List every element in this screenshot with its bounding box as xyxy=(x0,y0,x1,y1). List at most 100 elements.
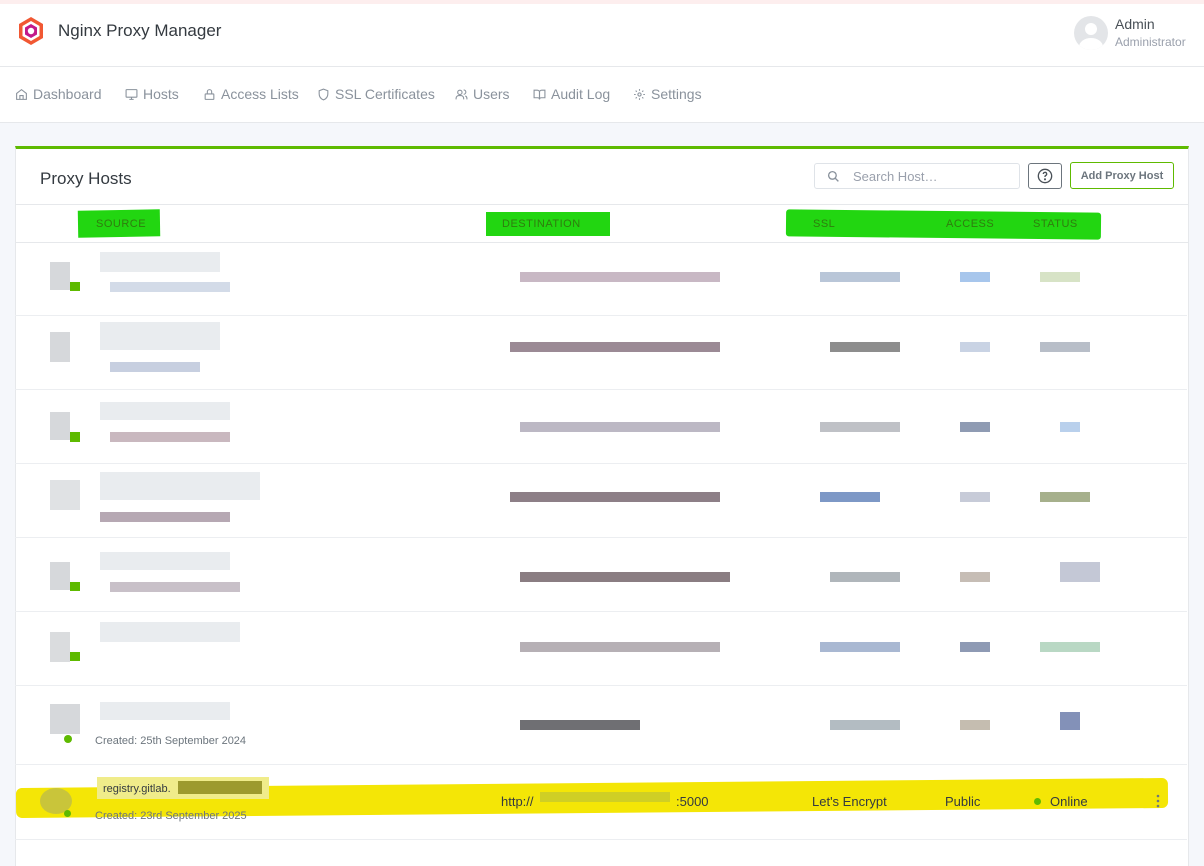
nav-settings-label: Settings xyxy=(651,86,702,102)
help-button[interactable] xyxy=(1028,163,1062,189)
destination-prefix: http:// xyxy=(501,794,534,809)
pixelated-destination-host xyxy=(540,792,670,802)
nav-users-label: Users xyxy=(473,86,510,102)
table-row-redacted-6[interactable] xyxy=(15,612,1187,686)
search-input[interactable] xyxy=(853,167,1013,185)
pixelated-status xyxy=(1040,272,1080,282)
status-dot-block xyxy=(70,282,80,291)
nav-audit-log-label: Audit Log xyxy=(551,86,611,102)
table-row-redacted-5[interactable] xyxy=(15,538,1187,612)
pixelated-source-sub xyxy=(110,582,240,592)
header-status[interactable]: STATUS xyxy=(1033,218,1078,230)
pixelated-access xyxy=(960,572,990,582)
pixelated-access xyxy=(960,642,990,652)
pixelated-access xyxy=(960,342,990,352)
pixelated-ssl xyxy=(830,720,900,730)
table-header: SOURCE DESTINATION SSL ACCESS STATUS xyxy=(16,204,1188,243)
nav-dashboard-label: Dashboard xyxy=(33,86,102,102)
header-access[interactable]: ACCESS xyxy=(946,218,994,230)
pixelated-destination xyxy=(520,572,730,582)
nav-settings[interactable]: Settings xyxy=(633,86,702,102)
row-menu-icon[interactable] xyxy=(1154,793,1162,809)
status-dot xyxy=(64,810,71,817)
nav-access-lists-label: Access Lists xyxy=(221,86,299,102)
app-header: Nginx Proxy Manager Admin Administrator xyxy=(0,4,1204,67)
table-row-redacted-1[interactable] xyxy=(15,242,1187,316)
ssl-value: Let's Encrypt xyxy=(812,794,887,809)
nav-hosts[interactable]: Hosts xyxy=(125,86,179,102)
nav-users[interactable]: Users xyxy=(455,86,510,102)
created-date: Created: 25th September 2024 xyxy=(95,735,247,747)
pixelated-source-sub xyxy=(110,362,200,372)
users-icon xyxy=(455,88,468,99)
home-icon xyxy=(16,88,27,100)
pixelated-source xyxy=(100,622,240,642)
pixelated-access xyxy=(960,422,990,432)
header-ssl[interactable]: SSL xyxy=(813,218,835,230)
nav-dashboard[interactable]: Dashboard xyxy=(15,86,102,102)
table-row-redacted-2[interactable] xyxy=(15,316,1187,390)
online-dot xyxy=(1034,798,1041,805)
pixelated-source-sub xyxy=(100,512,230,522)
main-nav: Dashboard Hosts Access Lists SSL Certifi… xyxy=(0,67,1204,123)
pixelated-access xyxy=(960,272,990,282)
pixelated-status xyxy=(1060,422,1080,432)
pixelated-source xyxy=(100,322,220,350)
header-source[interactable]: SOURCE xyxy=(96,218,146,230)
card-title: Proxy Hosts xyxy=(40,169,132,188)
status-dot-block xyxy=(70,582,80,591)
nginx-proxy-manager-logo[interactable] xyxy=(16,16,46,46)
lock-icon xyxy=(204,88,215,100)
destination-port: :5000 xyxy=(676,794,709,809)
user-name[interactable]: Admin xyxy=(1115,16,1155,32)
search-box[interactable] xyxy=(814,163,1020,189)
add-proxy-host-button[interactable]: Add Proxy Host xyxy=(1070,162,1174,189)
pixelated-source xyxy=(100,552,230,570)
source-domain[interactable]: registry.gitlab. xyxy=(103,783,171,795)
search-icon xyxy=(827,170,839,182)
pixelated-source xyxy=(100,402,230,420)
pixelated-status xyxy=(1060,562,1100,582)
pixelated-source-sub xyxy=(110,282,230,292)
status-dot-block xyxy=(70,652,80,661)
nav-ssl-certificates[interactable]: SSL Certificates xyxy=(317,86,435,102)
pixelated-destination xyxy=(520,720,640,730)
pixelated-source xyxy=(100,252,220,272)
user-role: Administrator xyxy=(1115,35,1186,49)
pixelated-status xyxy=(1040,492,1090,502)
table-row-redacted-3[interactable] xyxy=(15,390,1187,464)
pixelated-source xyxy=(100,702,230,720)
table-row-redacted-4[interactable] xyxy=(15,464,1187,538)
gear-icon xyxy=(634,88,645,100)
pixelated-ssl xyxy=(830,342,900,352)
pixelated-destination xyxy=(520,422,720,432)
pixelated-ssl xyxy=(830,572,900,582)
shield-icon xyxy=(318,88,329,101)
pixelated-ssl xyxy=(820,492,880,502)
pixelated-domain-suffix xyxy=(178,781,262,794)
pixelated-access xyxy=(960,720,990,730)
pixelated-status xyxy=(1040,342,1090,352)
table-row-redacted-7[interactable]: Created: 25th September 2024 xyxy=(15,686,1187,765)
status-value: Online xyxy=(1050,794,1088,809)
pixelated-ssl xyxy=(820,272,900,282)
pixelated-avatar xyxy=(50,480,80,510)
pixelated-access xyxy=(960,492,990,502)
nav-access-lists[interactable]: Access Lists xyxy=(203,86,299,102)
user-avatar[interactable] xyxy=(1074,16,1108,50)
nav-ssl-label: SSL Certificates xyxy=(335,86,435,102)
pixelated-ssl xyxy=(820,422,900,432)
pixelated-avatar xyxy=(50,262,70,290)
pixelated-status xyxy=(1060,712,1080,730)
pixelated-destination xyxy=(510,492,720,502)
pixelated-avatar xyxy=(50,562,70,590)
pixelated-avatar xyxy=(50,704,80,734)
pixelated-avatar xyxy=(50,332,70,362)
nav-audit-log[interactable]: Audit Log xyxy=(533,86,610,102)
app-title[interactable]: Nginx Proxy Manager xyxy=(58,21,221,41)
monitor-icon xyxy=(125,88,138,100)
header-destination[interactable]: DESTINATION xyxy=(502,218,581,230)
pixelated-status xyxy=(1040,642,1100,652)
pixelated-ssl xyxy=(820,642,900,652)
access-value: Public xyxy=(945,794,981,809)
